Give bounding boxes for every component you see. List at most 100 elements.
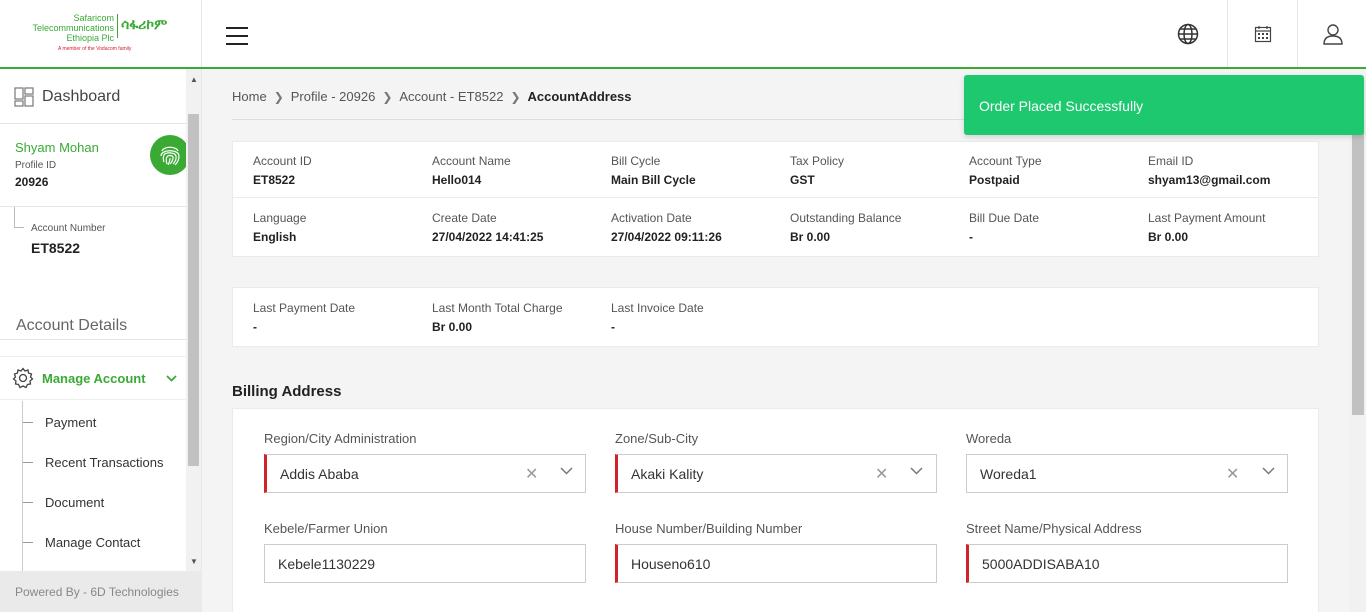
summary-field: Tax Policy GST	[790, 154, 844, 187]
street-input[interactable]: 5000ADDISABA10	[966, 544, 1288, 583]
menu-toggle-icon[interactable]	[226, 27, 248, 45]
field-value: Br 0.00	[790, 230, 831, 244]
profile-id-value: 20926	[15, 175, 49, 189]
chevron-down-icon[interactable]	[560, 467, 573, 475]
field-label: Last Payment Amount	[1148, 211, 1266, 225]
field-label: Create Date	[432, 211, 497, 225]
field-label: Bill Due Date	[969, 211, 1040, 225]
field-label: Last Payment Date	[253, 301, 356, 315]
woreda-select[interactable]: Woreda1 ✕	[966, 454, 1288, 493]
summary-field: Last Month Total Charge Br 0.00	[432, 301, 563, 334]
manage-account-menu[interactable]: Manage Account	[0, 356, 186, 400]
kebele-input[interactable]: Kebele1130229	[264, 544, 586, 583]
summary-field: Email ID shyam13@gmail.com	[1148, 154, 1270, 187]
summary-field: Outstanding Balance Br 0.00	[790, 211, 901, 244]
field-value: GST	[790, 173, 815, 187]
summary-field: Account Name Hello014	[432, 154, 511, 187]
field-value: 27/04/2022 09:11:26	[611, 230, 722, 244]
summary-field: Create Date 27/04/2022 14:41:25	[432, 211, 543, 244]
biometric-button[interactable]	[150, 135, 190, 175]
logo-text: Safaricom Telecommunications Ethiopia Pl…	[32, 13, 114, 43]
field-value: shyam13@gmail.com	[1148, 173, 1271, 187]
main-scrollbar[interactable]	[1350, 120, 1366, 612]
field-value: ET8522	[253, 173, 296, 187]
summary-field: Last Payment Amount Br 0.00	[1148, 211, 1265, 244]
house-number-label: House Number/Building Number	[615, 521, 803, 536]
kebele-label: Kebele/Farmer Union	[264, 521, 388, 536]
fingerprint-icon	[160, 146, 180, 166]
success-toast[interactable]: Order Placed Successfully	[964, 75, 1364, 135]
clear-icon[interactable]: ✕	[525, 464, 538, 484]
gear-icon	[12, 367, 34, 389]
calendar-button[interactable]	[1227, 0, 1297, 67]
field-label: Account ID	[253, 154, 312, 168]
logo-amharic: ሳፋሪኮም	[121, 16, 168, 32]
zone-value: Akaki Kality	[631, 466, 704, 482]
sidebar-scrollbar[interactable]: ▲ ▼	[186, 69, 201, 571]
manage-account-label: Manage Account	[42, 370, 146, 386]
field-label: Language	[253, 211, 307, 225]
zone-label: Zone/Sub-City	[615, 431, 699, 446]
account-number-value[interactable]: ET8522	[31, 240, 80, 256]
tree-line	[23, 502, 33, 503]
customer-name[interactable]: Shyam Mohan	[15, 140, 99, 155]
tree-line	[22, 401, 23, 573]
street-label: Street Name/Physical Address	[966, 521, 1142, 536]
summary-field: Activation Date 27/04/2022 09:11:26	[611, 211, 722, 244]
region-select[interactable]: Addis Ababa ✕	[264, 454, 586, 493]
divider	[0, 123, 186, 124]
dashboard-link[interactable]: Dashboard	[14, 87, 120, 107]
scrollbar-thumb[interactable]	[1352, 130, 1364, 415]
company-logo[interactable]: Safaricom Telecommunications Ethiopia Pl…	[0, 0, 202, 67]
field-value: 27/04/2022 14:41:25	[432, 230, 544, 244]
breadcrumb-account[interactable]: Account - ET8522	[399, 89, 503, 104]
sidebar-item-document[interactable]: Document	[45, 495, 104, 510]
profile-button[interactable]	[1297, 0, 1366, 67]
field-label: Activation Date	[611, 211, 692, 225]
tree-line	[14, 227, 24, 228]
field-value: Br 0.00	[432, 320, 473, 334]
clear-icon[interactable]: ✕	[875, 464, 888, 484]
breadcrumb-profile[interactable]: Profile - 20926	[291, 89, 376, 104]
summary-field: Account Type Postpaid	[969, 154, 1042, 187]
breadcrumb: Home ❯ Profile - 20926 ❯ Account - ET852…	[232, 89, 632, 104]
billing-address-heading: Billing Address	[232, 383, 342, 400]
field-value: Hello014	[432, 173, 482, 187]
summary-field: Last Invoice Date -	[611, 301, 704, 334]
tree-line	[23, 422, 33, 423]
chevron-right-icon: ❯	[510, 89, 521, 104]
chevron-down-icon[interactable]	[910, 467, 923, 475]
summary-field: Bill Cycle Main Bill Cycle	[611, 154, 696, 187]
field-value: Br 0.00	[1148, 230, 1189, 244]
region-label: Region/City Administration	[264, 431, 417, 446]
top-header: Safaricom Telecommunications Ethiopia Pl…	[0, 0, 1366, 69]
sidebar: Dashboard Shyam Mohan Profile ID 20926 A…	[0, 69, 202, 612]
scroll-down-icon[interactable]: ▼	[190, 557, 198, 566]
breadcrumb-home[interactable]: Home	[232, 89, 267, 104]
tree-line	[23, 462, 33, 463]
field-label: Email ID	[1148, 154, 1194, 168]
chevron-down-icon[interactable]	[1262, 467, 1275, 475]
scroll-up-icon[interactable]: ▲	[190, 75, 198, 84]
clear-icon[interactable]: ✕	[1226, 464, 1239, 484]
woreda-label: Woreda	[966, 431, 1012, 446]
logo-tagline: A member of the Vodacom family	[58, 46, 132, 52]
field-value: -	[611, 320, 615, 334]
house-number-input[interactable]: Houseno610	[615, 544, 937, 583]
sidebar-item-payment[interactable]: Payment	[45, 415, 96, 430]
field-label: Last Invoice Date	[611, 301, 704, 315]
sidebar-item-manage-contact[interactable]: Manage Contact	[45, 535, 140, 550]
sidebar-item-recent-transactions[interactable]: Recent Transactions	[45, 455, 164, 470]
profile-id-label: Profile ID	[15, 160, 57, 171]
dashboard-icon	[14, 87, 34, 107]
zone-select[interactable]: Akaki Kality ✕	[615, 454, 937, 493]
summary-field: Bill Due Date -	[969, 211, 1039, 244]
woreda-value: Woreda1	[980, 466, 1037, 482]
billing-address-card: Region/City Administration Addis Ababa ✕…	[232, 408, 1319, 612]
language-button[interactable]	[1153, 0, 1223, 67]
tree-line	[23, 542, 33, 543]
scrollbar-thumb[interactable]	[188, 114, 199, 466]
chevron-right-icon: ❯	[382, 89, 393, 104]
field-value: -	[253, 320, 257, 334]
field-label: Tax Policy	[790, 154, 845, 168]
